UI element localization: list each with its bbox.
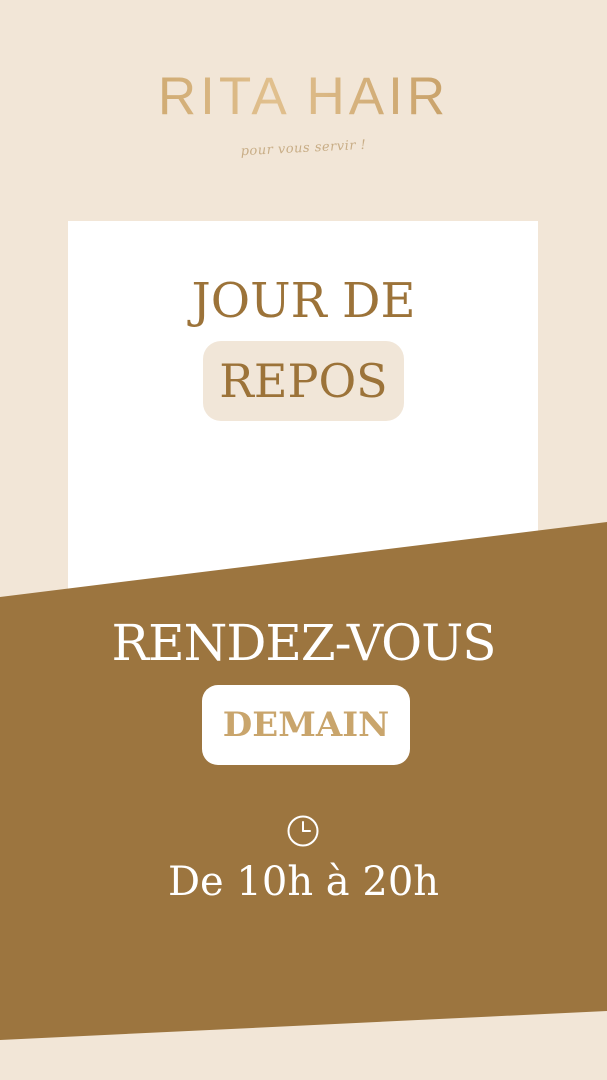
appointment-badge-label: DEMAIN <box>222 705 390 745</box>
opening-hours: De 10h à 20h <box>167 859 440 905</box>
appointment-badge: DEMAIN <box>202 685 410 765</box>
diagonal-band <box>0 522 607 1040</box>
appointment-title: RENDEZ-VOUS <box>111 614 496 672</box>
clock-icon <box>287 815 319 847</box>
